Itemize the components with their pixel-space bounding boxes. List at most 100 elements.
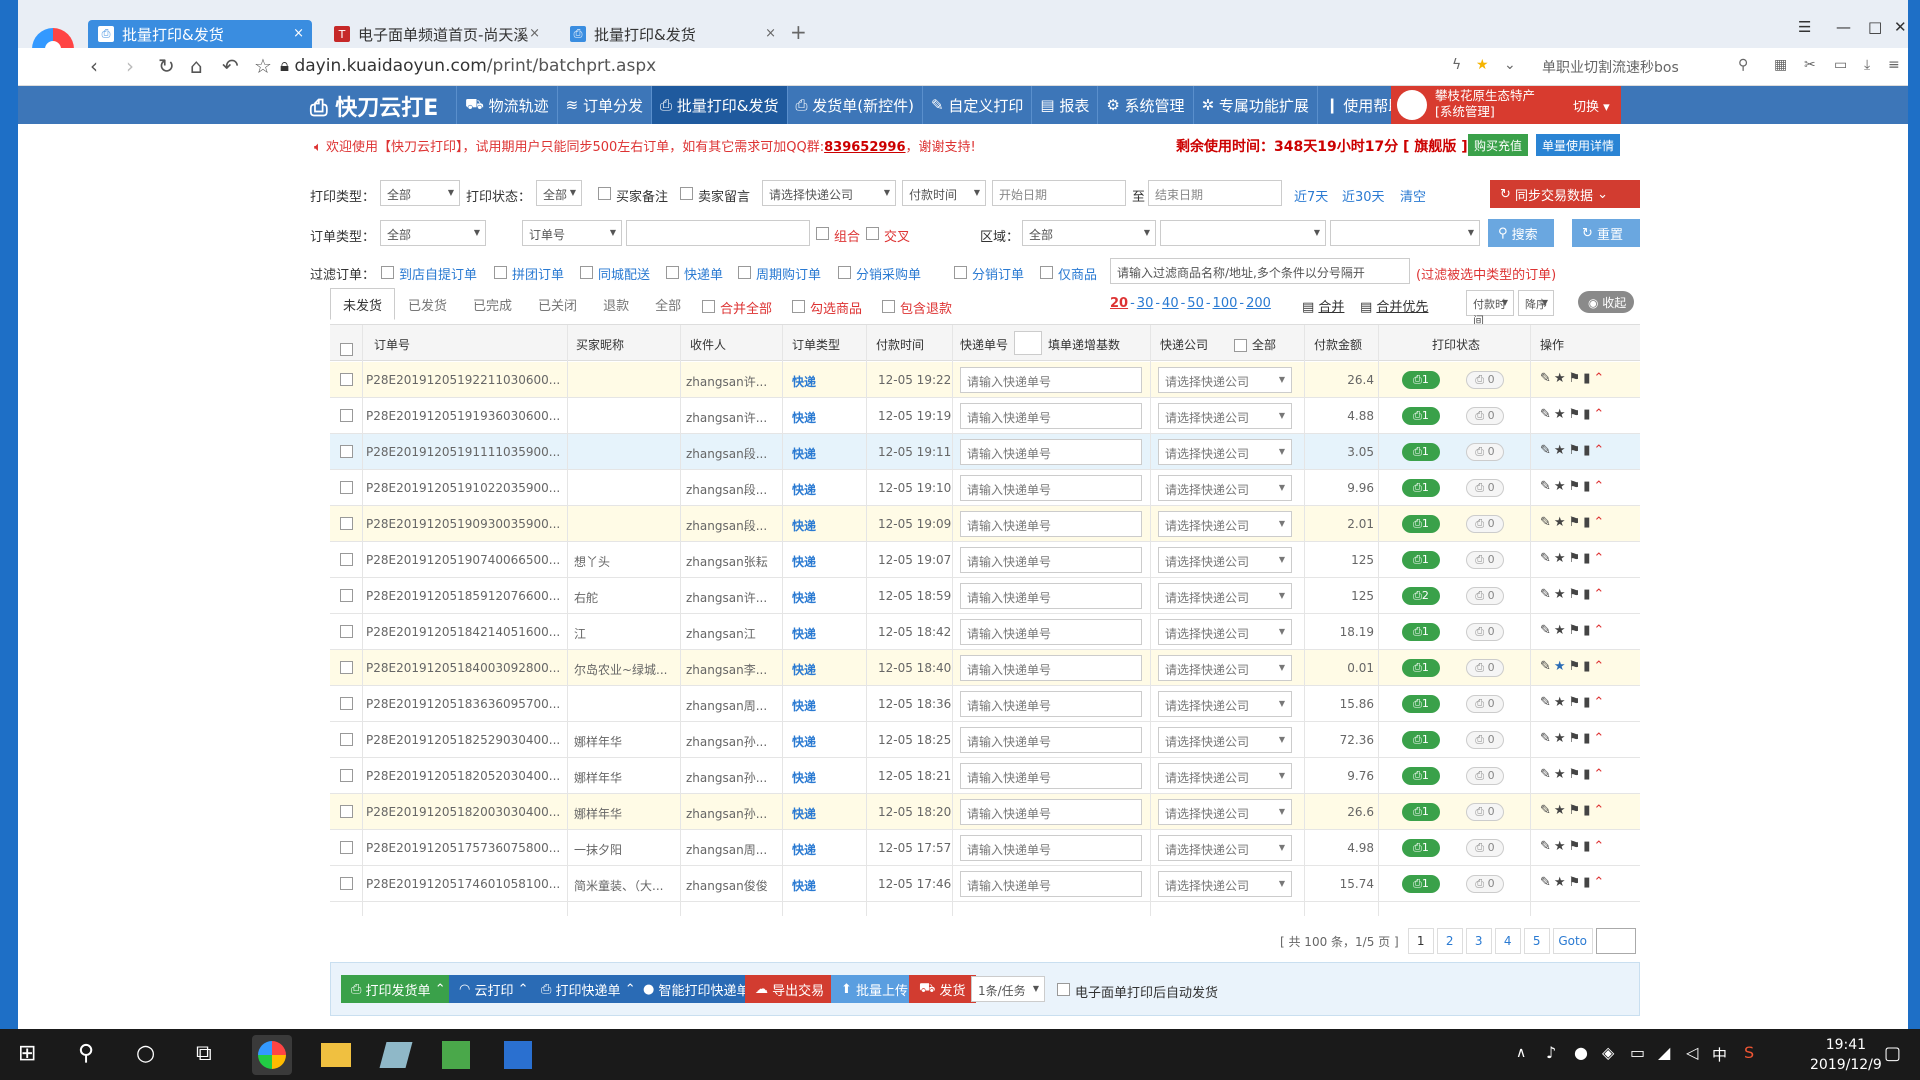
flag-icon[interactable]: ⚑ [1569,659,1584,674]
reload-icon[interactable]: ↻ [158,54,175,78]
browser-tab-batch-print[interactable]: ⎙ 批量打印&发货 × [88,20,312,48]
print-pending-badge[interactable]: ⎙ 0 [1466,875,1504,893]
shield-icon[interactable]: ◈ [1602,1043,1614,1062]
chevron-up-icon[interactable]: ⌃ [1593,839,1607,854]
seller-note-checkbox[interactable] [680,187,693,200]
edit-icon[interactable]: ✎ [1540,587,1554,602]
table-row[interactable]: P28E20191205192211030600... zhangsan许... 快… [330,362,1640,398]
chevron-up-icon[interactable]: ⌃ [1593,875,1607,890]
app-tray-icon[interactable]: ● [1574,1043,1588,1062]
usage-detail-button[interactable]: 单量使用详情 [1536,134,1621,156]
express-company-select[interactable]: 请选择快递公司 [1158,583,1292,609]
row-checkbox[interactable] [340,409,353,422]
forward-icon[interactable]: › [126,54,134,78]
row-checkbox[interactable] [340,373,353,386]
row-checkbox[interactable] [340,625,353,638]
collapse-toggle[interactable]: ◉ 收起 [1578,291,1634,313]
menu-icon[interactable]: ☰ [1798,18,1811,36]
express-company-select[interactable]: 请选择快递公司 [1158,475,1292,501]
row-checkbox[interactable] [340,805,353,818]
search-icon[interactable]: ⚲ [1738,57,1748,73]
minimize-icon[interactable]: — [1836,18,1851,36]
print-pending-badge[interactable]: ⎙ 0 [1466,443,1504,461]
flag-icon[interactable]: ⚑ [1569,587,1584,602]
express-company-select[interactable]: 请选择快递公司 [1158,547,1292,573]
chip-checkbox-periodic[interactable] [738,266,751,279]
table-row[interactable]: P28E20191205184214051600... 江 zhangsan江 快递 1… [330,614,1640,650]
order-no-input[interactable] [626,220,810,246]
chip-checkbox-pickup[interactable] [381,266,394,279]
chevron-up-icon[interactable]: ⌃ [1593,695,1607,710]
star-icon[interactable]: ★ [1554,443,1569,458]
express-company-select[interactable]: 请选择快递公司 [1158,799,1292,825]
flag-icon[interactable]: ⚑ [1569,623,1584,638]
region-province-select[interactable]: 全部 [1022,220,1156,246]
page-size-200[interactable]: 200 [1246,296,1271,311]
trash-icon[interactable]: ▮ [1583,407,1593,422]
cloud-print-button[interactable]: ◠ 云打印 ⌃ [449,975,539,1003]
tracking-no-input[interactable]: 请输入快递单号 [960,583,1142,609]
edit-icon[interactable]: ✎ [1540,695,1554,710]
star-icon[interactable]: ★ [1554,767,1569,782]
express-company-select[interactable]: 请选择快递公司 [1158,763,1292,789]
tab-all[interactable]: 全部 [642,288,694,320]
tracking-no-input[interactable]: 请输入快递单号 [960,475,1142,501]
page-size-100[interactable]: 100 [1213,296,1238,311]
tracking-no-input[interactable]: 请输入快递单号 [960,547,1142,573]
star-icon[interactable]: ★ [1554,623,1569,638]
print-count-badge[interactable]: ⎙1 [1402,515,1440,533]
express-company-select[interactable]: 请选择快递公司 [1158,439,1292,465]
battery-icon[interactable]: ▭ [1630,1043,1645,1062]
close-window-icon[interactable]: ✕ [1894,18,1907,36]
merge-first-link[interactable]: ▤ 合并优先 [1360,296,1428,315]
edit-icon[interactable]: ✎ [1540,839,1554,854]
express-company-select[interactable]: 请选择快递公司 [1158,367,1292,393]
star-icon[interactable]: ★ [1554,479,1569,494]
tracking-no-input[interactable]: 请输入快递单号 [960,763,1142,789]
chevron-up-icon[interactable]: ⌃ [1593,767,1607,782]
battery-icon[interactable]: ▭ [1834,57,1847,73]
table-row[interactable]: P28E20191205191022035900... zhangsan段... 快… [330,470,1640,506]
scissors-icon[interactable]: ✂ [1804,57,1816,73]
trash-icon[interactable]: ▮ [1583,371,1593,386]
chip-checkbox-dist-order[interactable] [954,266,967,279]
page-size-20[interactable]: 20 [1110,296,1128,311]
print-count-badge[interactable]: ⎙1 [1402,371,1440,389]
taskbar-clock[interactable]: 19:41 2019/12/9 [1810,1035,1882,1075]
print-pending-badge[interactable]: ⎙ 0 [1466,767,1504,785]
print-pending-badge[interactable]: ⎙ 0 [1466,623,1504,641]
row-checkbox[interactable] [340,877,353,890]
trash-icon[interactable]: ▮ [1583,839,1593,854]
print-count-badge[interactable]: ⎙2 [1402,587,1440,605]
tracking-no-input[interactable]: 请输入快递单号 [960,439,1142,465]
print-express-button[interactable]: ⎙ 打印快递单 ⌃ [531,975,646,1003]
table-row[interactable]: P28E20191205175736075800... 一抹夕阳 zhangsan周… [330,830,1640,866]
batch-upload-button[interactable]: ⬆ 批量上传 [831,975,919,1003]
express-company-select[interactable]: 请选择快递公司 [1158,403,1292,429]
filter-keyword-input[interactable]: 请输入过滤商品名称/地址,多个条件以分号隔开 [1110,258,1410,284]
cross-checkbox[interactable] [866,227,879,240]
menu-system[interactable]: ⚙ 系统管理 [1097,86,1192,124]
maximize-icon[interactable]: □ [1868,18,1882,36]
user-box[interactable]: 攀枝花原生态特产 [系统管理] 切换 ▾ [1391,86,1621,124]
volume-icon[interactable]: ◁ [1686,1043,1698,1062]
menu-order-dispatch[interactable]: ≋ 订单分发 [556,86,651,124]
tracking-no-input[interactable]: 请输入快递单号 [960,655,1142,681]
row-checkbox[interactable] [340,841,353,854]
trash-icon[interactable]: ▮ [1583,875,1593,890]
menu-batch-print[interactable]: ⎙ 批量打印&发货 [651,86,787,124]
star-icon[interactable]: ★ [1554,515,1569,530]
trash-icon[interactable]: ▮ [1583,695,1593,710]
chip-checkbox-group[interactable] [494,266,507,279]
chip-checkbox-express[interactable] [666,266,679,279]
per-task-select[interactable]: 1条/任务 [971,976,1045,1002]
row-checkbox[interactable] [340,445,353,458]
print-type-select[interactable]: 全部 [380,180,460,206]
page-3[interactable]: 3 [1465,928,1492,954]
merge-all-checkbox[interactable] [702,300,715,313]
flag-icon[interactable]: ⚑ [1569,767,1584,782]
start-date-input[interactable]: 开始日期 [992,180,1126,206]
flag-icon[interactable]: ⚑ [1569,515,1584,530]
print-count-badge[interactable]: ⎙1 [1402,839,1440,857]
print-count-badge[interactable]: ⎙1 [1402,875,1440,893]
